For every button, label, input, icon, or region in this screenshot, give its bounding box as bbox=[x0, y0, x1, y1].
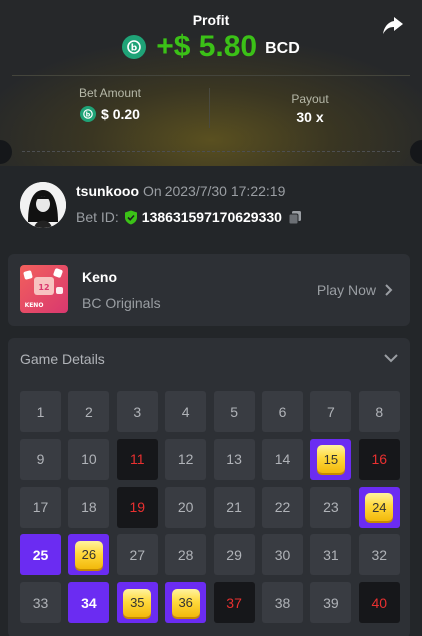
game-name: Keno bbox=[82, 269, 117, 285]
payout-value: 30 x bbox=[296, 109, 324, 125]
username[interactable]: tsunkooo bbox=[76, 183, 139, 199]
game-card[interactable]: 12 KENO Keno BC Originals Play Now bbox=[8, 254, 410, 326]
keno-tile: 31 bbox=[310, 534, 352, 576]
profit-currency: BCD bbox=[265, 40, 300, 57]
keno-tile: 1 bbox=[20, 391, 61, 432]
copy-icon[interactable] bbox=[288, 210, 302, 225]
keno-tile-hit: 24 bbox=[358, 486, 400, 528]
game-provider: BC Originals bbox=[82, 295, 161, 311]
bcd-coin-icon: b bbox=[80, 106, 97, 122]
keno-tile: 23 bbox=[310, 486, 352, 528]
profit-value: +$ 5.80 bbox=[156, 30, 258, 63]
chevron-down-icon[interactable] bbox=[384, 354, 398, 363]
keno-tile: 17 bbox=[20, 486, 61, 528]
keno-tile: 33 bbox=[20, 582, 61, 624]
verified-shield-icon bbox=[124, 210, 137, 224]
keno-tile: 9 bbox=[20, 438, 61, 480]
keno-tile: 3 bbox=[116, 391, 158, 432]
keno-tile: 27 bbox=[116, 534, 158, 576]
play-now-link[interactable]: Play Now bbox=[317, 282, 394, 298]
keno-tile: 2 bbox=[68, 391, 110, 432]
keno-tile-selected: 34 bbox=[68, 582, 110, 624]
keno-tile: 5 bbox=[213, 391, 255, 432]
bcd-coin-icon: b bbox=[122, 35, 147, 59]
keno-gem-number: 24 bbox=[365, 493, 394, 522]
keno-tile: 29 bbox=[213, 534, 255, 576]
keno-tile-hit: 15 bbox=[310, 438, 352, 480]
thumbnail-ball-number: 12 bbox=[38, 283, 49, 292]
keno-thumbnail[interactable]: 12 KENO bbox=[20, 265, 68, 313]
keno-tile: 4 bbox=[165, 391, 207, 432]
keno-tile: 7 bbox=[310, 391, 352, 432]
keno-tile: 13 bbox=[213, 438, 255, 480]
divider bbox=[12, 75, 410, 76]
keno-tile: 6 bbox=[262, 391, 303, 432]
bet-id-value: 138631597170629330 bbox=[141, 209, 282, 225]
keno-tile: 30 bbox=[262, 534, 303, 576]
keno-tile: 38 bbox=[262, 582, 303, 624]
keno-tile: 20 bbox=[165, 486, 207, 528]
keno-tile-drawn: 11 bbox=[116, 438, 158, 480]
keno-tile-drawn: 40 bbox=[358, 582, 400, 624]
avatar[interactable] bbox=[20, 182, 66, 228]
keno-gem-number: 15 bbox=[316, 445, 345, 474]
keno-tile-hit: 36 bbox=[165, 582, 207, 624]
payout: Payout 30 x bbox=[212, 86, 408, 125]
bet-id-label: Bet ID: bbox=[76, 209, 119, 225]
thumbnail-title: KENO bbox=[25, 302, 44, 309]
game-details-title: Game Details bbox=[20, 351, 105, 367]
payout-label: Payout bbox=[291, 92, 329, 106]
keno-tile: 32 bbox=[358, 534, 400, 576]
keno-gem-number: 35 bbox=[123, 588, 152, 617]
keno-tile: 28 bbox=[165, 534, 207, 576]
keno-tile: 22 bbox=[262, 486, 303, 528]
svg-text:b: b bbox=[131, 44, 138, 54]
dashed-divider bbox=[22, 151, 400, 152]
svg-text:b: b bbox=[86, 111, 91, 119]
bet-datetime: 2023/7/30 17:22:19 bbox=[164, 183, 286, 199]
keno-tile-hit: 26 bbox=[68, 534, 110, 576]
keno-tile-drawn: 19 bbox=[116, 486, 158, 528]
bet-amount-label: Bet Amount bbox=[78, 86, 142, 100]
keno-tile-drawn: 16 bbox=[358, 438, 400, 480]
keno-gem-number: 36 bbox=[171, 588, 200, 617]
share-icon[interactable] bbox=[382, 14, 404, 36]
keno-tile-hit: 35 bbox=[116, 582, 158, 624]
divider bbox=[209, 88, 210, 128]
keno-tile: 21 bbox=[213, 486, 255, 528]
profit-row: b +$ 5.80 BCD bbox=[0, 30, 422, 64]
keno-tile: 12 bbox=[165, 438, 207, 480]
keno-tile: 39 bbox=[310, 582, 352, 624]
bet-amount: Bet Amount b $ 0.20 bbox=[12, 86, 208, 122]
keno-tile: 14 bbox=[262, 438, 303, 480]
play-now-label: Play Now bbox=[316, 282, 376, 298]
bet-amount-value: $ 0.20 bbox=[101, 106, 140, 122]
keno-tile: 18 bbox=[68, 486, 110, 528]
keno-tile: 8 bbox=[358, 391, 400, 432]
chevron-right-icon bbox=[385, 284, 393, 296]
on-label: On bbox=[143, 183, 162, 199]
keno-tile-drawn: 37 bbox=[213, 582, 255, 624]
profit-label: Profit bbox=[192, 12, 230, 28]
keno-tile: 10 bbox=[68, 438, 110, 480]
keno-gem-number: 26 bbox=[74, 540, 103, 569]
game-details-panel: Game Details 1 2 3 4 5 6 7 8 9 10 11 12 13 14 15 16 17 18… bbox=[8, 338, 410, 636]
keno-tile-selected: 25 bbox=[20, 534, 61, 576]
bet-user-info: tsunkooo On 2023/7/30 17:22:19 Bet ID: 138… bbox=[20, 178, 410, 230]
